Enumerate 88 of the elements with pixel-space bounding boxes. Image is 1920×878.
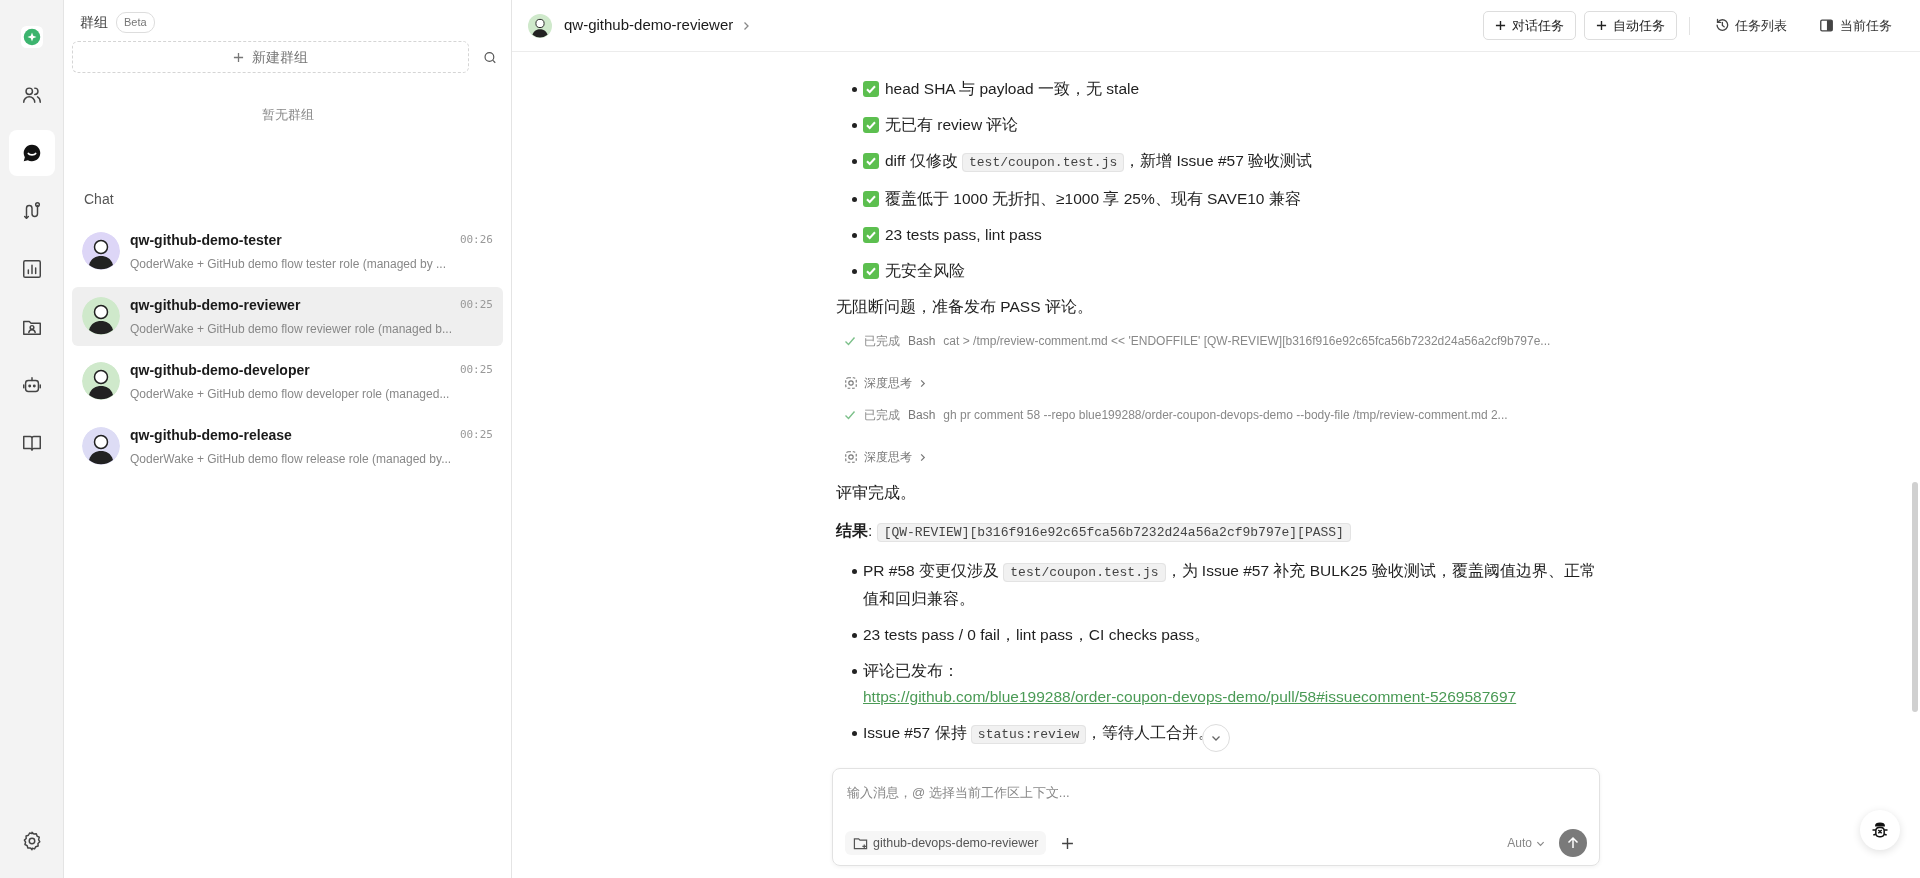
chat-time: 00:25 xyxy=(459,361,493,378)
chat-time: 00:25 xyxy=(459,426,493,443)
message-text: 评审完成。 xyxy=(836,483,917,503)
chat-list-item[interactable]: qw-github-demo-release 00:25 QoderWake + GitHub demo flow release role (managed by... xyxy=(72,416,503,476)
chat-name: qw-github-demo-reviewer xyxy=(130,295,301,315)
plus-icon xyxy=(1596,20,1607,31)
check-box-icon xyxy=(863,81,879,97)
command-text: gh pr comment 58 --repo blue199288/order-coupon-devops-demo --body-file /tmp/review-comment.md 2... xyxy=(943,407,1508,424)
check-box-icon xyxy=(863,117,879,133)
chat-name: qw-github-demo-developer xyxy=(130,360,310,380)
nav-button[interactable] xyxy=(8,130,55,176)
chat-list-item[interactable]: qw-github-demo-tester 00:26 QoderWake + GitHub demo flow tester role (managed by ... xyxy=(72,221,503,281)
list-item-text: PR #58 变更仅涉及 test/coupon.test.js ，为 Issue #57 补充 BULK25 验收测试，覆盖阈值边界、正常值和回归兼容。 xyxy=(863,561,1597,609)
new-group-button[interactable]: 新建群组 xyxy=(72,41,469,73)
folder-icon xyxy=(853,835,868,851)
beta-tag: Beta xyxy=(116,12,155,33)
chat-preview: QoderWake + GitHub demo flow developer role (managed... xyxy=(130,385,451,403)
list-item-text: 评论已发布： https://github.com/blue199288/order-coupon-devops-demo/pull/58#issuecomment-5269587697 xyxy=(863,661,1518,707)
list-item-text: 覆盖低于 1000 无折扣、≥1000 享 25%、现有 SAVE10 兼容 xyxy=(885,189,1301,209)
tool-name: Bash xyxy=(908,333,936,350)
model-dropdown[interactable]: Auto xyxy=(1501,833,1551,853)
empty-state-text: 暂无群组 xyxy=(260,106,315,124)
bullet-dot xyxy=(852,233,857,238)
bullet-dot xyxy=(852,731,857,736)
scrollbar[interactable] xyxy=(1912,482,1918,712)
bullet-dot xyxy=(852,197,857,202)
chat-preview: QoderWake + GitHub demo flow reviewer role (managed b... xyxy=(130,320,454,338)
logo-icon xyxy=(20,26,43,48)
plus-icon xyxy=(1060,836,1074,850)
message-text: 无阻断问题，准备发布 PASS 评论。 xyxy=(836,297,1094,317)
workspace-chip[interactable]: github-devops-demo-reviewer xyxy=(845,830,1047,856)
task-button[interactable]: 自动任务 xyxy=(1584,10,1677,41)
check-box-icon xyxy=(863,227,879,243)
chart-icon xyxy=(20,258,43,280)
bullet-dot xyxy=(852,123,857,128)
task-button[interactable]: 对话任务 xyxy=(1483,10,1576,41)
send-button[interactable] xyxy=(1559,829,1587,857)
list-item-text: head SHA 与 payload 一致，无 stale xyxy=(885,79,1140,99)
list-item-text: diff 仅修改 test/coupon.test.js ，新增 Issue #57 验收测试 xyxy=(885,151,1313,174)
bullet-dot xyxy=(852,569,857,574)
bullet-dot xyxy=(852,669,857,674)
chat-name: qw-github-demo-release xyxy=(130,425,292,445)
command-text: cat > /tmp/review-comment.md << 'ENDOFFILE' [QW-REVIEW][b316f916e92c65fca56b7232d24a56a2cf9b797e... xyxy=(943,333,1551,350)
check-box-icon xyxy=(863,191,879,207)
status-label: 已完成 xyxy=(864,333,900,350)
chat-list-item[interactable]: qw-github-demo-reviewer 00:25 QoderWake + GitHub demo flow reviewer role (managed b... xyxy=(72,286,503,346)
thinking-toggle[interactable]: 深度思考 xyxy=(838,374,933,392)
thinking-toggle[interactable]: 深度思考 xyxy=(838,448,933,466)
arrow-up-icon xyxy=(1566,836,1580,850)
section-title: Chat xyxy=(84,189,115,209)
message-text: 结果: [QW-REVIEW][b316f916e92c65fca56b7232d24a56a2cf9b797e][PASS] xyxy=(836,518,1606,546)
people-icon xyxy=(20,84,43,106)
check-box-icon xyxy=(863,153,879,169)
list-item-text: 23 tests pass / 0 fail，lint pass，CI checks pass。 xyxy=(863,625,1210,645)
avatar xyxy=(528,13,552,38)
panel-icon xyxy=(1819,18,1834,33)
bug-icon xyxy=(1870,820,1890,840)
chat-title: qw-github-demo-reviewer xyxy=(564,15,734,36)
history-icon xyxy=(1714,18,1729,33)
bullet-dot xyxy=(852,159,857,164)
bullet-dot xyxy=(852,269,857,274)
list-item-text: 无已有 review 评论 xyxy=(885,115,1019,135)
list-item-text: 无安全风险 xyxy=(885,261,965,281)
chat-list-item[interactable]: qw-github-demo-developer 00:25 QoderWake + GitHub demo flow developer role (managed... xyxy=(72,351,503,411)
chat-name: qw-github-demo-tester xyxy=(130,230,282,250)
header-link[interactable]: 当前任务 xyxy=(1807,11,1904,40)
bullet-dot xyxy=(852,87,857,92)
bullet-dot xyxy=(852,633,857,638)
check-box-icon xyxy=(863,263,879,279)
chevron-right-icon xyxy=(918,378,927,388)
tool-name: Bash xyxy=(908,407,936,424)
chat-time: 00:25 xyxy=(459,296,493,313)
chevron-right-icon xyxy=(918,452,927,462)
header-link[interactable]: 任务列表 xyxy=(1702,11,1799,40)
chat-time: 00:26 xyxy=(459,231,493,248)
chevron-down-icon xyxy=(1211,733,1221,743)
status-label: 已完成 xyxy=(864,407,900,424)
chat-preview: QoderWake + GitHub demo flow release role (managed by... xyxy=(130,450,453,468)
chat-preview: QoderWake + GitHub demo flow tester role (managed by ... xyxy=(130,255,448,273)
bug-report-button[interactable] xyxy=(1860,810,1900,850)
check-icon xyxy=(844,335,856,347)
message-composer[interactable]: 输入消息，@ 选择当前工作区上下文... github-devops-demo-reviewer Auto xyxy=(832,768,1600,866)
plus-icon xyxy=(233,51,244,63)
check-icon xyxy=(844,409,856,421)
plus-icon xyxy=(1495,20,1506,31)
list-item-text: 23 tests pass, lint pass xyxy=(885,225,1042,245)
link[interactable]: https://github.com/blue199288/order-coupon-devops-demo/pull/58#issuecomment-5269587697 xyxy=(863,688,1517,705)
section-title: 群组 xyxy=(80,13,108,32)
